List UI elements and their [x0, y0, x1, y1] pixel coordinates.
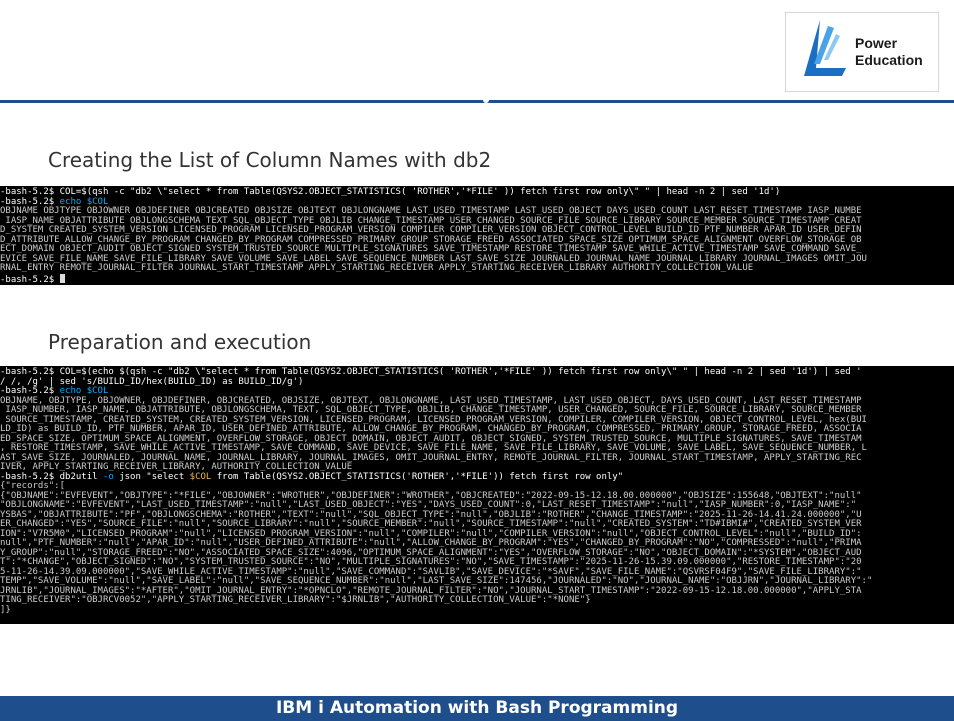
terminal-output-line: RNAL_ENTRY REMOTE_JOURNAL_FILTER JOURNAL… — [0, 263, 754, 273]
command-text: echo $COL — [59, 386, 109, 396]
slide-header: Power Education — [0, 0, 954, 100]
prompt-text: -bash-5.2$ — [0, 274, 60, 285]
command-variable: $COL — [189, 471, 212, 482]
prompt-text: -bash-5.2$ — [0, 196, 60, 207]
command-text: json "select — [113, 471, 190, 482]
logo-line-education: Education — [855, 52, 923, 68]
power-education-logo: Power Education — [785, 12, 939, 92]
json-output-line: TING_RECEIVER":"OBJRCV0052","APPLY_START… — [0, 595, 591, 605]
command-text: echo $COL — [59, 196, 109, 207]
command-text: from Table(QSYS2.OBJECT_STATISTICS('ROTH… — [211, 471, 624, 482]
json-output-line: ]} — [0, 604, 11, 615]
slide-footer: IBM i Automation with Bash Programming — [0, 696, 954, 721]
section-title-column-names: Creating the List of Column Names with d… — [48, 148, 492, 172]
terminal-command-line: / /, /g' | sed 's/BUILD_ID/hex(BUILD_ID)… — [0, 376, 304, 387]
prompt-text: -bash-5.2$ — [0, 386, 60, 396]
terminal-prompt-line: -bash-5.2$ — [0, 273, 954, 286]
logo-wordmark: Power Education — [855, 35, 923, 69]
terminal-cursor — [59, 273, 65, 283]
terminal-command-line: -bash-5.2$ db2util -o json "select $COL … — [0, 471, 954, 483]
logo-swoosh-icon — [804, 20, 846, 76]
section-title-preparation: Preparation and execution — [48, 330, 312, 354]
logo-line-power: Power — [855, 35, 898, 51]
header-divider-dot — [483, 97, 489, 103]
header-divider — [0, 100, 954, 103]
terminal-screenshot-column-list: -bash-5.2$ COL=$(qsh -c "db2 \"select * … — [0, 186, 954, 285]
terminal-screenshot-execution: -bash-5.2$ COL=$(echo $(qsh -c "db2 \"se… — [0, 366, 954, 624]
prompt-text: -bash-5.2$ db2util — [0, 471, 103, 482]
terminal-command-line: -bash-5.2$ COL=$(qsh -c "db2 \"select * … — [0, 187, 954, 198]
command-flag: -o — [102, 471, 114, 482]
command-text: -bash-5.2$ COL=$(qsh -c "db2 \"select * … — [0, 187, 781, 197]
